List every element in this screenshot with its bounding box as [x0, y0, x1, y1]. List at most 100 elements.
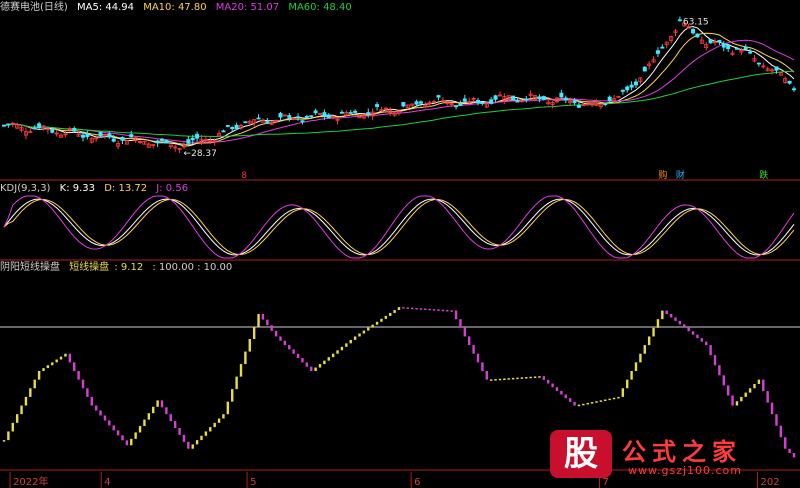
indicator-bar: [691, 331, 695, 335]
indicator-bar: [573, 401, 576, 406]
indicator-bar: [762, 379, 765, 392]
indicator-bar: [187, 441, 190, 449]
indicator-bar: [726, 385, 730, 396]
indicator-bar: [586, 402, 589, 405]
candle-body: [629, 84, 634, 88]
indicator-bar: [345, 343, 348, 347]
candle-body: [81, 134, 86, 138]
stock-chart: 2022年 4 5 6 7 202 63.15←28.378 购财跌: [0, 16, 800, 488]
indicator-bar: [217, 418, 221, 423]
indicator-bar: [516, 377, 519, 380]
candle-body: [695, 33, 700, 38]
date-label: 4: [104, 477, 110, 488]
candle-body: [107, 133, 112, 138]
kdj-lines: [3, 195, 795, 259]
indicator-bar: [42, 368, 45, 371]
candle-body: [734, 47, 739, 50]
indicator-bar: [450, 310, 453, 312]
candle-body: [2, 124, 7, 127]
signal-mark: 8: [241, 171, 247, 181]
indicator-bar: [51, 362, 54, 366]
ma5-label: MA5: 44.94: [77, 2, 135, 13]
indicator-bar: [722, 375, 725, 386]
indicator-bar: [547, 379, 550, 384]
watermark-url: www.gszj100.com: [628, 464, 743, 477]
candle-body: [304, 115, 309, 118]
indicator-bar: [568, 398, 572, 402]
indicator-bar: [393, 310, 396, 313]
indicator-bar: [362, 330, 366, 334]
indicator-bar: [617, 396, 620, 399]
indicator-bar: [476, 353, 480, 363]
indicator-bar: [90, 396, 93, 406]
candle-body: [6, 123, 11, 126]
candle-body: [401, 102, 406, 107]
indicator-bar: [283, 340, 287, 346]
indicator-bar: [152, 406, 155, 414]
candle-body: [111, 138, 116, 142]
candle-body: [278, 113, 283, 118]
indicator-bar: [415, 307, 418, 310]
candle-body: [339, 111, 344, 114]
kdj-k-line: [3, 198, 795, 256]
indicator-bar: [560, 390, 563, 395]
indicator-bar: [700, 338, 704, 342]
indicator-bar: [669, 314, 673, 318]
candle-body: [313, 110, 318, 114]
indicator-bar: [665, 310, 668, 314]
candle-body: [743, 46, 748, 50]
indicator-bar: [134, 432, 137, 439]
indicator-bar: [301, 358, 304, 363]
indicator-bar: [472, 345, 475, 354]
indicator-bar: [639, 353, 642, 363]
indicator-bar: [266, 319, 269, 326]
indicator-bar: [520, 377, 524, 379]
date-label: 6: [414, 477, 420, 488]
candle-body: [72, 127, 77, 132]
indicator-bar: [674, 317, 677, 321]
indicator-bar: [542, 376, 546, 380]
indicator-bar: [705, 341, 708, 346]
indicator-bar: [709, 345, 712, 356]
candle-body: [190, 137, 195, 141]
candle-body: [418, 101, 423, 104]
indicator-bar: [314, 367, 317, 371]
indicator-bar: [683, 324, 686, 328]
indicator-bar: [529, 376, 532, 379]
kdj-j-label: J: 0.56: [156, 183, 189, 194]
candle-body: [326, 114, 331, 119]
indicator-bar: [419, 308, 423, 310]
indicator-bar: [731, 395, 734, 406]
indicator-bar: [33, 379, 36, 389]
indicator-bar: [46, 365, 50, 369]
indicator-bar: [156, 400, 159, 407]
indicator-bar: [270, 325, 273, 331]
candle-body: [748, 51, 753, 54]
indicator-bar: [244, 351, 247, 365]
candle-body: [85, 133, 90, 138]
candle-body: [607, 96, 612, 102]
indicator-bar: [604, 399, 607, 401]
indicator-bar: [389, 312, 392, 316]
candle-body: [32, 127, 37, 130]
indicator-bar: [292, 349, 295, 354]
candle-body: [721, 43, 726, 48]
kdj-title: KDJ(9,3,3): [0, 183, 51, 194]
kdj-j-line: [3, 195, 795, 259]
candle-body: [256, 117, 261, 120]
indicator-bar: [766, 391, 769, 403]
ma5-line: [3, 26, 795, 147]
indicator-bar: [775, 414, 778, 426]
signal-mark: 购: [658, 169, 667, 181]
indicator-bar: [428, 308, 431, 311]
indicator-bar: [481, 362, 484, 371]
indicator-bar: [94, 405, 98, 411]
candle-body: [576, 104, 581, 108]
indicator-bar: [248, 339, 251, 352]
indicator-bar: [274, 330, 278, 337]
indicator-bar: [340, 346, 344, 351]
indicator-panel-header: 阴阳短线操盘 短线操盘 : 9.12 : 100.00 : 10.00: [0, 261, 238, 275]
indicator-bar: [533, 376, 537, 378]
ma60-label: MA60: 48.40: [288, 2, 352, 13]
indicator-bar: [463, 327, 467, 337]
